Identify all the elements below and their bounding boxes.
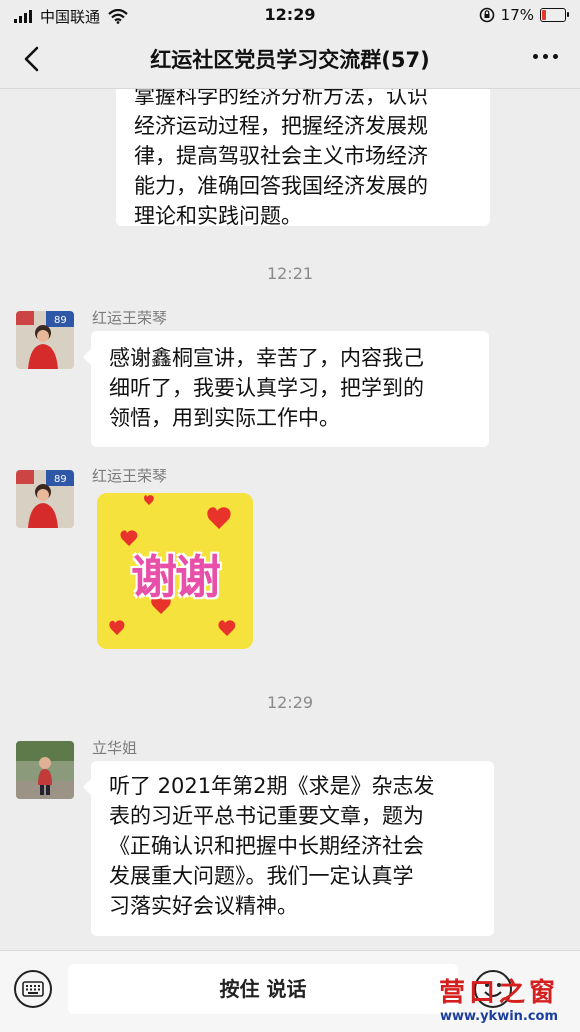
avatar[interactable]: 89 [16,311,74,369]
message-text: 感谢鑫桐宣讲，幸苦了，内容我己 细听了，我要认真学习，把学到的 领悟，用到实际工… [109,346,424,430]
message-text: 听了 2021年第2期《求是》杂志发 表的习近平总书记重要文章，题为 《正确认识… [109,774,435,918]
message-text: 掌握科学的经济分析方法，认识 经济运动过程，把握经济发展规 律，提高驾驭社会主义… [134,89,428,228]
status-right: 17% [479,6,569,24]
message-bubble[interactable]: 听了 2021年第2期《求是》杂志发 表的习近平总书记重要文章，题为 《正确认识… [83,761,494,936]
battery-percent: 17% [500,6,534,24]
sender-name: 立华姐 [92,739,138,757]
hold-to-talk-button[interactable]: 按住 说话 [68,964,458,1014]
timestamp: 12:21 [266,264,314,283]
rotation-lock-icon [479,7,494,23]
battery-icon [540,8,569,22]
chat-header: 红运社区党员学习交流群(57) [0,30,580,89]
sender-name: 红运王荣琴 [92,309,168,327]
sender-name: 红运王荣琴 [92,467,168,485]
sticker-message[interactable]: 谢谢 [97,493,253,649]
keyboard-icon[interactable] [14,970,52,1008]
avatar[interactable] [16,741,74,799]
sticker-text: 谢谢 [131,550,221,604]
avatar[interactable]: 89 [16,470,74,528]
site-watermark: 营口之窗 www.ykwin.com [424,972,574,1024]
timestamp: 12:29 [266,693,314,712]
more-dots-icon[interactable] [533,54,558,59]
svg-text:89: 89 [54,474,67,485]
message-bubble[interactable]: 掌握科学的经济分析方法，认识 经济运动过程，把握经济发展规 律，提高驾驭社会主义… [116,89,490,228]
svg-text:89: 89 [54,315,67,326]
avatar-photo: 89 [16,470,74,528]
chat-title: 红运社区党员学习交流群(57) [150,48,430,72]
avatar-photo: 89 [16,311,74,369]
message-bubble[interactable]: 感谢鑫桐宣讲，幸苦了，内容我己 细听了，我要认真学习，把学到的 领悟，用到实际工… [83,331,489,447]
watermark-name: 营口之窗 [438,978,559,1008]
avatar-photo [16,741,74,799]
message-list[interactable]: 掌握科学的经济分析方法，认识 经济运动过程，把握经济发展规 律，提高驾驭社会主义… [0,89,580,949]
watermark-url: www.ykwin.com [439,1009,559,1024]
status-bar: 中国联通 12:29 17% [0,0,580,30]
